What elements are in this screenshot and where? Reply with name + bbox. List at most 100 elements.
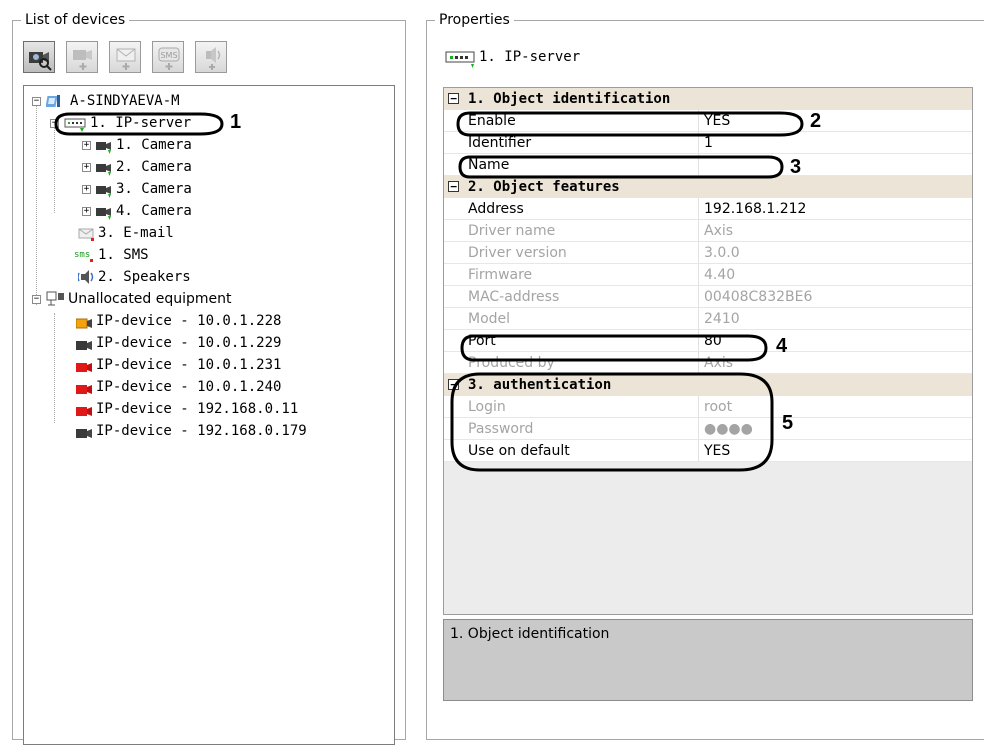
collapse-category-toggle[interactable]: − [448, 93, 459, 104]
tree-item-root[interactable]: − A-SINDYAEVA-M [24, 90, 180, 112]
property-row-identifier[interactable]: Identifier 1 [444, 132, 972, 154]
tree-item-camera[interactable]: + 1. Camera [24, 134, 192, 156]
svg-text:sms: sms [74, 250, 90, 260]
tree-item-label: 1. IP-server [90, 115, 192, 131]
property-value: 2410 [704, 311, 740, 327]
tree-item-ip-device[interactable]: IP-device - 10.0.1.231 [24, 354, 281, 376]
tree-item-label: IP-device - 10.0.1.240 [96, 379, 282, 395]
property-value: 4.40 [704, 267, 736, 283]
property-value[interactable]: 192.168.1.212 [704, 198, 806, 220]
category-authentication[interactable]: − 3. authentication [444, 374, 972, 396]
collapse-category-toggle[interactable]: − [448, 379, 459, 390]
tree-item-label: IP-device - 192.168.0.11 [96, 401, 299, 417]
tree-item-label: 3. Camera [116, 181, 192, 197]
property-value[interactable]: YES [704, 110, 730, 132]
property-name: Login [468, 399, 506, 415]
tree-item-label: IP-device - 10.0.1.231 [96, 357, 282, 373]
tree-item-unallocated[interactable]: − Unallocated equipment [24, 288, 232, 310]
search-devices-button[interactable] [23, 41, 55, 73]
collapse-root-toggle[interactable]: − [32, 97, 41, 106]
category-object-identification[interactable]: − 1. Object identification [444, 88, 972, 110]
property-value: ●●●● [704, 421, 753, 437]
expand-camera-toggle[interactable]: + [82, 141, 91, 150]
tree-item-label: 4. Camera [116, 203, 192, 219]
property-row-port[interactable]: Port 80 [444, 330, 972, 352]
property-value[interactable]: 80 [704, 330, 722, 352]
property-row-driver-name: Driver name Axis [444, 220, 972, 242]
column-divider [698, 110, 699, 132]
property-row-driver-version: Driver version 3.0.0 [444, 242, 972, 264]
property-row-login: Login root [444, 396, 972, 418]
column-divider [698, 352, 699, 374]
tree-item-speakers[interactable]: 2. Speakers [24, 266, 191, 288]
category-object-features[interactable]: − 2. Object features [444, 176, 972, 198]
tree-item-label: 2. Speakers [98, 269, 191, 285]
annotation-number-4: 4 [776, 335, 788, 357]
tree-item-ip-device[interactable]: IP-device - 10.0.1.228 [24, 310, 281, 332]
property-name: Model [468, 311, 511, 327]
device-tree[interactable]: − A-SINDYAEVA-M − 1. IP-server + 1. Came… [23, 85, 395, 745]
property-name: Name [468, 157, 510, 173]
property-row-firmware: Firmware 4.40 [444, 264, 972, 286]
property-value[interactable]: 1 [704, 132, 713, 154]
column-divider [698, 396, 699, 418]
tree-item-email[interactable]: 3. E-mail [24, 222, 174, 244]
tree-item-label: 3. E-mail [98, 225, 174, 241]
property-row-address[interactable]: Address 192.168.1.212 [444, 198, 972, 220]
property-name: MAC-address [468, 289, 560, 305]
add-camera-button[interactable] [66, 41, 98, 73]
property-grid[interactable]: − 1. Object identification Enable YES Id… [443, 87, 973, 615]
property-row-enable[interactable]: Enable YES [444, 110, 972, 132]
tree-item-label: IP-device - 10.0.1.229 [96, 335, 282, 351]
property-row-name[interactable]: Name [444, 154, 972, 176]
collapse-ip-server-toggle[interactable]: − [50, 119, 59, 128]
property-name: Enable [468, 113, 516, 129]
tree-item-ip-server[interactable]: − 1. IP-server [24, 112, 191, 134]
expand-camera-toggle[interactable]: + [82, 207, 91, 216]
column-divider [698, 286, 699, 308]
property-value[interactable]: YES [704, 440, 730, 462]
property-row-mac-address: MAC-address 00408C832BE6 [444, 286, 972, 308]
expand-camera-toggle[interactable]: + [82, 185, 91, 194]
tree-item-ip-device[interactable]: IP-device - 192.168.0.179 [24, 420, 307, 442]
column-divider [698, 154, 699, 176]
column-divider [698, 198, 699, 220]
property-name: Use on default [468, 443, 570, 459]
add-sms-button[interactable]: SMS [152, 41, 184, 73]
column-divider [698, 264, 699, 286]
column-divider [698, 418, 699, 440]
tree-item-camera[interactable]: + 4. Camera [24, 200, 192, 222]
property-row-model: Model 2410 [444, 308, 972, 330]
column-divider [698, 220, 699, 242]
property-value: 00408C832BE6 [704, 289, 813, 305]
ip-server-icon [445, 50, 475, 76]
property-value: 3.0.0 [704, 245, 740, 261]
tree-item-label: 2. Camera [116, 159, 192, 175]
property-row-password: Password ●●●● [444, 418, 972, 440]
property-name: Firmware [468, 267, 533, 283]
tree-item-sms[interactable]: sms 1. SMS [24, 244, 149, 266]
property-name: Address [468, 201, 524, 217]
property-name: Password [468, 421, 534, 437]
properties-panel: Properties 1. IP-server − 1. Object iden… [426, 12, 984, 740]
add-email-button[interactable] [109, 41, 141, 73]
collapse-category-toggle[interactable]: − [448, 181, 459, 192]
property-description: 1. Object identification [450, 626, 610, 642]
property-row-use-on-default[interactable]: Use on default YES [444, 440, 972, 462]
column-divider [698, 242, 699, 264]
expand-camera-toggle[interactable]: + [82, 163, 91, 172]
add-speaker-button[interactable] [195, 41, 227, 73]
tree-item-camera[interactable]: + 3. Camera [24, 178, 192, 200]
tree-item-ip-device[interactable]: IP-device - 192.168.0.11 [24, 398, 298, 420]
tree-item-ip-device[interactable]: IP-device - 10.0.1.229 [24, 332, 281, 354]
property-name: Produced by [468, 355, 555, 371]
tree-item-camera[interactable]: + 2. Camera [24, 156, 192, 178]
column-divider [698, 308, 699, 330]
annotation-number-2: 2 [810, 110, 822, 132]
collapse-unallocated-toggle[interactable]: − [32, 295, 41, 304]
property-value: Axis [704, 355, 734, 371]
tree-item-ip-device[interactable]: IP-device - 10.0.1.240 [24, 376, 281, 398]
column-divider [698, 330, 699, 352]
selected-object-name: 1. IP-server [479, 49, 581, 65]
property-name: Identifier [468, 135, 532, 151]
